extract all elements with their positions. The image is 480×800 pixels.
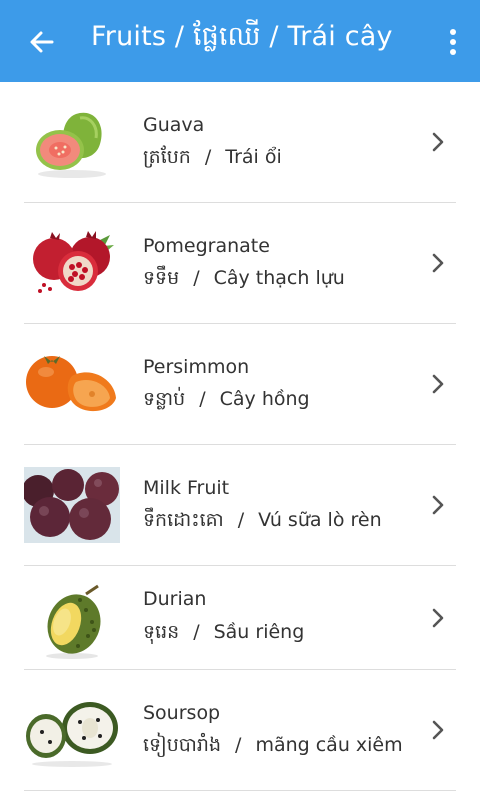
item-separator: / bbox=[193, 267, 200, 289]
item-khmer: ទឹកដោះគោ bbox=[143, 509, 224, 531]
item-name: Pomegranate bbox=[143, 235, 270, 257]
item-separator: / bbox=[193, 621, 200, 643]
list-item-pomegranate[interactable]: Pomegranate ទទឹម / Cây thạch lựu bbox=[0, 203, 480, 324]
item-separator: / bbox=[237, 509, 245, 531]
back-button[interactable] bbox=[22, 22, 62, 62]
list-item-guava[interactable]: Guava ត្របែក / Trái ổi bbox=[0, 82, 480, 203]
chevron-right-icon bbox=[428, 251, 448, 275]
page-title: Fruits / ផ្លែឈើ / Trái cây bbox=[91, 21, 393, 52]
pomegranate-image bbox=[24, 225, 120, 301]
divider bbox=[24, 790, 456, 791]
app-bar: Fruits / ផ្លែឈើ / Trái cây bbox=[0, 0, 480, 82]
chevron-right-icon bbox=[428, 372, 448, 396]
list-item-soursop[interactable]: Soursop ទៀបបារាំង / mãng cầu xiêm bbox=[0, 670, 480, 791]
soursop-image bbox=[24, 692, 120, 768]
item-vietnamese: mãng cầu xiêm bbox=[255, 734, 403, 756]
list-item-durian[interactable]: Durian ទុរេន / Sầu riêng bbox=[0, 566, 480, 670]
item-vietnamese: Cây thạch lựu bbox=[213, 267, 345, 289]
item-separator: / bbox=[199, 388, 206, 410]
item-translations: ទៀបបារាំង / mãng cầu xiêm bbox=[143, 733, 403, 761]
list-item-persimmon[interactable]: Persimmon ទន្លាប់ / Cây hồng bbox=[0, 324, 480, 445]
item-translations: ត្របែក / Trái ổi bbox=[143, 145, 282, 173]
item-khmer: ត្របែក bbox=[143, 146, 191, 168]
item-separator: / bbox=[235, 734, 242, 756]
overflow-menu-button[interactable] bbox=[438, 22, 468, 62]
list-item-milk-fruit[interactable]: Milk Fruit ទឹកដោះគោ / Vú sữa lò rèn bbox=[0, 445, 480, 566]
chevron-right-icon bbox=[428, 606, 448, 630]
more-vertical-icon bbox=[450, 29, 456, 55]
item-vietnamese: Sầu riêng bbox=[213, 621, 305, 643]
item-vietnamese: Trái ổi bbox=[225, 146, 282, 168]
item-translations: ទន្លាប់ / Cây hồng bbox=[143, 387, 310, 415]
item-translations: ទុរេន / Sầu riêng bbox=[143, 620, 304, 648]
item-translations: ទឹកដោះគោ / Vú sữa lò rèn bbox=[143, 508, 382, 536]
item-khmer: ទៀបបារាំង bbox=[143, 734, 222, 756]
item-name: Soursop bbox=[143, 702, 221, 724]
item-name: Durian bbox=[143, 588, 207, 610]
item-khmer: ទទឹម bbox=[143, 267, 180, 289]
item-khmer: ទុរេន bbox=[143, 621, 180, 643]
guava-image bbox=[24, 104, 120, 180]
item-name: Persimmon bbox=[143, 356, 250, 378]
item-vietnamese: Cây hồng bbox=[219, 388, 310, 410]
item-name: Milk Fruit bbox=[143, 477, 230, 499]
item-translations: ទទឹម / Cây thạch lựu bbox=[143, 266, 345, 294]
item-separator: / bbox=[204, 146, 212, 168]
item-khmer: ទន្លាប់ bbox=[143, 388, 186, 410]
milk-fruit-image bbox=[24, 467, 120, 543]
item-vietnamese: Vú sữa lò rèn bbox=[258, 509, 382, 531]
chevron-right-icon bbox=[428, 718, 448, 742]
chevron-right-icon bbox=[428, 130, 448, 154]
chevron-right-icon bbox=[428, 493, 448, 517]
persimmon-image bbox=[24, 346, 120, 422]
arrow-left-icon bbox=[30, 31, 54, 53]
item-name: Guava bbox=[143, 114, 205, 136]
durian-image bbox=[24, 584, 120, 660]
fruit-list: Guava ត្របែក / Trái ổi Pomegranate ទទឹម … bbox=[0, 82, 480, 791]
